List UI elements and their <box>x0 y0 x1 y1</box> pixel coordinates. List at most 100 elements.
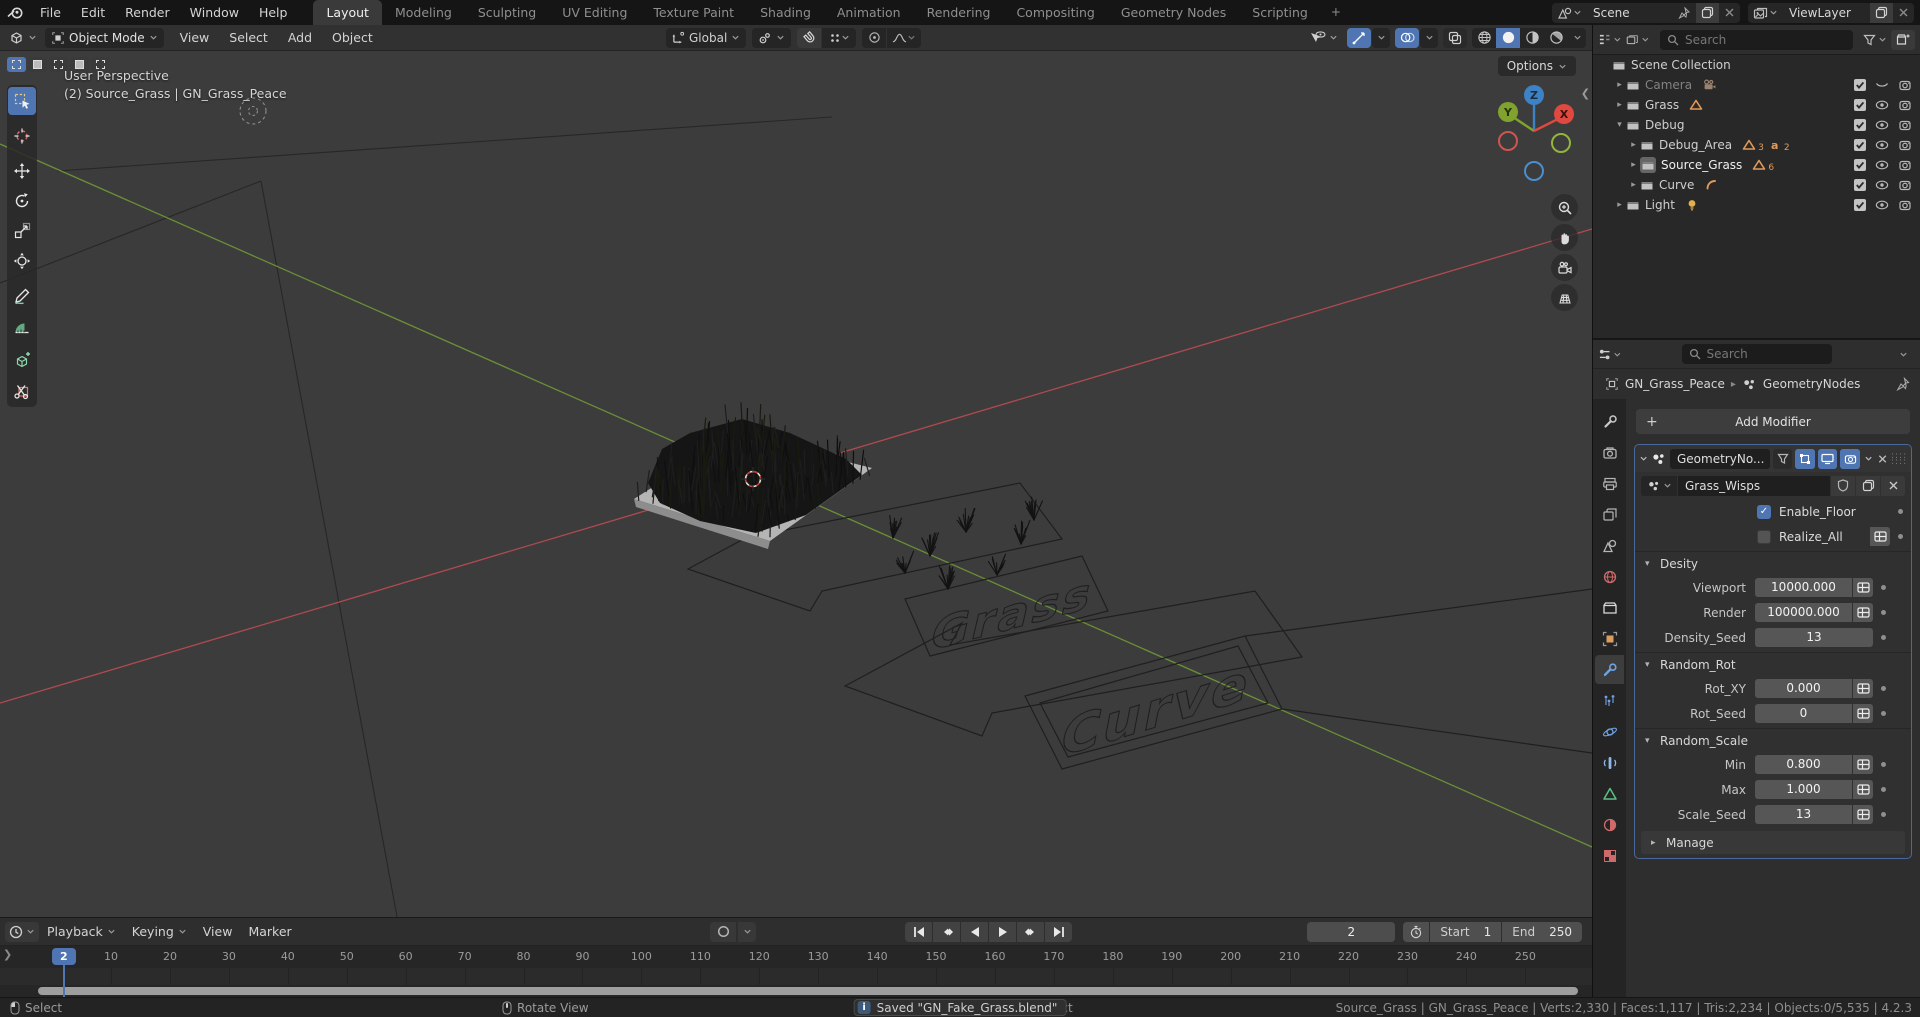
zoom-button[interactable] <box>1551 194 1578 221</box>
disclosure-down-icon[interactable]: ▾ <box>1613 120 1626 130</box>
outliner-row-scene-collection[interactable]: Scene Collection <box>1593 55 1920 75</box>
sidebar-toggle-icon[interactable]: ❮ <box>1581 87 1590 100</box>
hide-eye-icon[interactable] <box>1875 98 1889 112</box>
properties-tab-render[interactable] <box>1595 438 1624 467</box>
hide-eye-icon[interactable] <box>1875 138 1889 152</box>
timeline-editor-type-button[interactable] <box>5 922 39 942</box>
proportional-falloff-dropdown[interactable] <box>887 28 921 48</box>
outliner-filter-button[interactable] <box>1863 30 1887 50</box>
properties-tab-tool[interactable] <box>1595 407 1624 436</box>
3d-viewport[interactable]: Grass Curve <box>0 51 1592 917</box>
proportional-editing-toggle[interactable] <box>862 28 886 48</box>
pan-hand-button[interactable] <box>1551 224 1578 251</box>
timeline-menu-keying[interactable]: Keying <box>124 924 195 939</box>
play-reverse-button[interactable] <box>961 922 988 942</box>
properties-options-dropdown[interactable] <box>1891 344 1915 364</box>
jump-to-end-button[interactable] <box>1045 922 1072 942</box>
disclosure-right-icon[interactable]: ▸ <box>1627 160 1640 170</box>
animate-dot[interactable] <box>1881 585 1886 590</box>
shading-solid-button[interactable] <box>1496 28 1520 48</box>
properties-search-input[interactable]: Search <box>1682 344 1832 364</box>
tool-scissors-button[interactable] <box>8 377 36 405</box>
use-preview-range-toggle[interactable] <box>1403 922 1429 942</box>
exclude-checkbox[interactable] <box>1854 179 1866 191</box>
animate-dot[interactable] <box>1881 812 1886 817</box>
render-visibility-icon[interactable] <box>1898 138 1912 153</box>
add-workspace-button[interactable]: + <box>1321 0 1351 25</box>
delete-modifier-icon[interactable] <box>1877 453 1888 465</box>
tool-select-box-button[interactable] <box>8 87 36 115</box>
viewport-display-toggle[interactable] <box>1818 449 1837 469</box>
new-collection-button[interactable] <box>1891 30 1915 50</box>
camera-view-button[interactable] <box>1551 254 1578 281</box>
mode-selector[interactable]: Object Mode <box>45 28 164 48</box>
outliner-row-grass[interactable]: ▸Grass <box>1593 95 1920 115</box>
editor-type-button[interactable] <box>4 28 41 48</box>
value-field-max[interactable]: 1.000 <box>1755 780 1852 799</box>
gizmo-dropdown[interactable] <box>1372 28 1390 48</box>
xray-toggle[interactable] <box>1443 28 1467 48</box>
hide-eye-icon[interactable] <box>1875 178 1889 192</box>
new-scene-button[interactable] <box>1696 3 1719 23</box>
animate-dot[interactable] <box>1898 534 1903 539</box>
outliner-row-curve[interactable]: ▸Curve <box>1593 175 1920 195</box>
viewport-menu-view[interactable]: View <box>170 25 220 50</box>
play-button[interactable] <box>989 922 1016 942</box>
outliner-row-source_grass[interactable]: ▸Source_Grass6 <box>1593 155 1920 175</box>
outliner-editor-type-button[interactable] <box>1598 30 1622 50</box>
outliner-display-mode-button[interactable] <box>1626 30 1650 50</box>
properties-tab-modifiers[interactable] <box>1595 655 1624 684</box>
render-visibility-icon[interactable] <box>1898 158 1912 173</box>
properties-tab-texture[interactable] <box>1595 841 1624 870</box>
menu-help[interactable]: Help <box>249 5 298 20</box>
tool-rotate-button[interactable] <box>8 187 36 215</box>
exclude-checkbox[interactable] <box>1854 119 1866 131</box>
tool-move-button[interactable] <box>8 157 36 185</box>
section-manage[interactable]: ▸Manage <box>1641 831 1905 854</box>
value-field-viewport[interactable]: 10000.000 <box>1755 578 1852 597</box>
render-visibility-icon[interactable] <box>1898 118 1912 133</box>
properties-tab-particles[interactable] <box>1595 686 1624 715</box>
edit-mode-display-toggle[interactable] <box>1773 449 1792 469</box>
viewport-menu-select[interactable]: Select <box>219 25 278 50</box>
outliner-row-debug_area[interactable]: ▸Debug_Area3a2 <box>1593 135 1920 155</box>
exclude-checkbox[interactable] <box>1854 79 1866 91</box>
properties-tab-collection[interactable] <box>1595 593 1624 622</box>
outliner-row-camera[interactable]: ▸Camera <box>1593 75 1920 95</box>
tool-transform-button[interactable] <box>8 247 36 275</box>
timeline-menu-view[interactable]: View <box>195 924 241 939</box>
tab-shading[interactable]: Shading <box>747 0 824 25</box>
tab-layout[interactable]: Layout <box>313 0 382 25</box>
tab-sculpting[interactable]: Sculpting <box>465 0 549 25</box>
disclosure-right-icon[interactable]: ▸ <box>1613 80 1626 90</box>
render-display-toggle[interactable] <box>1840 449 1859 469</box>
properties-tab-world[interactable] <box>1595 562 1624 591</box>
select-mode-extend[interactable] <box>28 57 47 72</box>
options-button[interactable]: Options <box>1498 56 1576 76</box>
disclosure-right-icon[interactable]: ▸ <box>1613 200 1626 210</box>
hide-eye-icon[interactable] <box>1875 158 1889 172</box>
outliner-row-light[interactable]: ▸Light <box>1593 195 1920 215</box>
shading-material-button[interactable] <box>1520 28 1544 48</box>
cage-display-toggle[interactable] <box>1795 449 1814 469</box>
frame-end-field[interactable]: End250 <box>1502 922 1582 942</box>
breadcrumb-object[interactable]: GN_Grass_Peace <box>1625 377 1725 391</box>
orthographic-grid-button[interactable] <box>1551 284 1578 311</box>
section-desity[interactable]: ▾Desity <box>1635 551 1911 575</box>
value-field-rot_seed[interactable]: 0 <box>1755 704 1852 723</box>
new-viewlayer-button[interactable] <box>1870 3 1893 23</box>
animate-dot[interactable] <box>1881 635 1886 640</box>
tab-animation[interactable]: Animation <box>824 0 914 25</box>
viewlayer-selector[interactable]: ViewLayer <box>1748 3 1914 23</box>
section-random_rot[interactable]: ▾Random_Rot <box>1635 652 1911 676</box>
animate-dot[interactable] <box>1881 686 1886 691</box>
tab-uv-editing[interactable]: UV Editing <box>549 0 640 25</box>
shading-dropdown[interactable] <box>1568 28 1586 48</box>
viewlayer-name[interactable]: ViewLayer <box>1783 6 1869 20</box>
value-field-rot_xy[interactable]: 0.000 <box>1755 679 1852 698</box>
hide-eye-icon[interactable] <box>1875 78 1889 92</box>
viewlayer-icon[interactable] <box>1748 3 1783 23</box>
disclosure-right-icon[interactable]: ▸ <box>1613 100 1626 110</box>
timeline-track-area[interactable]: 1020304050607080901001101201301401501601… <box>0 946 1592 997</box>
properties-tab-material[interactable] <box>1595 810 1624 839</box>
